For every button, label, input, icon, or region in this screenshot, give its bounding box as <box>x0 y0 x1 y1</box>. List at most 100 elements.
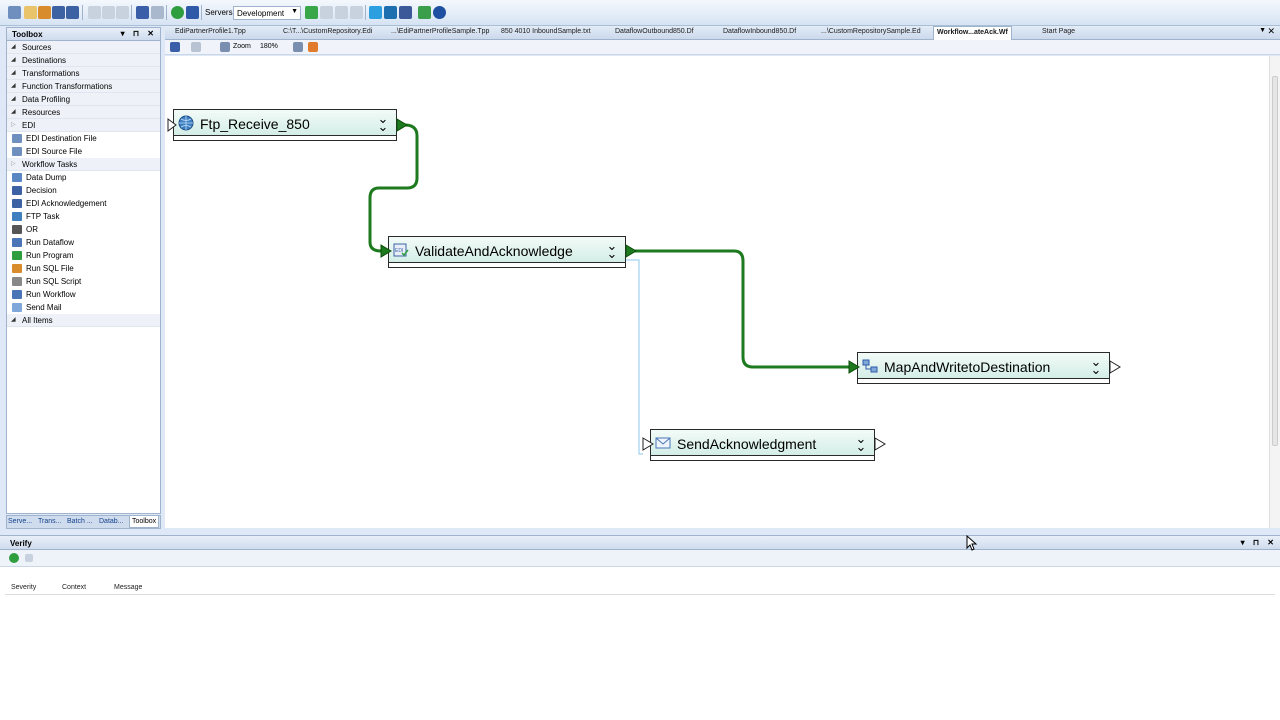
toolbox-item[interactable]: Decision <box>7 184 160 197</box>
cut-icon[interactable] <box>88 6 101 19</box>
twitter-icon[interactable] <box>369 6 382 19</box>
copy-icon[interactable] <box>102 6 115 19</box>
toolbox-item[interactable]: Data Dump <box>7 171 160 184</box>
toolbox-category[interactable]: ◢ Function Transformations <box>7 80 160 93</box>
toolbox-item[interactable]: Run Workflow <box>7 288 160 301</box>
tab-toolbox[interactable]: Toolbox <box>129 516 160 528</box>
new-project-icon[interactable] <box>8 6 21 19</box>
expand-arrow-icon[interactable]: ▷ <box>11 160 16 167</box>
connection-validate-to-map[interactable] <box>626 249 858 369</box>
doc-tab[interactable]: 850 4010 InboundSample.txt <box>501 28 591 35</box>
expand-chevron-icon[interactable]: ⌄ ⌄ <box>376 112 390 133</box>
stop-icon[interactable] <box>350 6 363 19</box>
toolbox-item[interactable]: Run SQL Script <box>7 275 160 288</box>
font-icon[interactable] <box>186 6 199 19</box>
collapse-arrow-icon[interactable]: ◢ <box>11 82 16 89</box>
expand-arrow-icon[interactable]: ▷ <box>11 121 16 128</box>
collapse-arrow-icon[interactable]: ◢ <box>11 95 16 102</box>
toolbox-item[interactable]: Run Dataflow <box>7 236 160 249</box>
toolbox-category[interactable]: ◢ Data Profiling <box>7 93 160 106</box>
collapse-arrow-icon[interactable]: ◢ <box>11 56 16 63</box>
tabs-dropdown-icon[interactable]: ▼ <box>1259 27 1266 34</box>
toolbox-category[interactable]: ▷ Workflow Tasks <box>7 158 160 171</box>
panel-controls[interactable]: ▾ ⊓ ✕ <box>121 29 157 38</box>
column-context[interactable]: Context <box>62 584 86 591</box>
tab-transformations[interactable]: Trans... <box>38 518 61 525</box>
doc-tab[interactable]: EdiPartnerProfile1.Tpp <box>175 28 246 35</box>
save-icon[interactable] <box>52 6 65 19</box>
canvas-vertical-scrollbar[interactable] <box>1269 56 1280 528</box>
workflow-node-map-and-write[interactable]: MapAndWritetoDestination ⌄ ⌄ <box>857 352 1110 384</box>
toolbox-category[interactable]: ◢ Resources <box>7 106 160 119</box>
column-message[interactable]: Message <box>114 584 142 591</box>
toolbox-item[interactable]: OR <box>7 223 160 236</box>
toolbox-category[interactable]: ▷ EDI <box>7 119 160 132</box>
doc-tab[interactable]: DataflowOutbound850.Df <box>615 28 694 35</box>
toolbox-category[interactable]: ◢ All Items <box>7 314 160 327</box>
zoom-icon[interactable] <box>220 42 230 52</box>
doc-tab[interactable]: ...\CustomRepositorySample.Ed <box>821 28 921 35</box>
undo-icon[interactable] <box>136 6 149 19</box>
run-icon[interactable] <box>305 6 318 19</box>
doc-tab[interactable]: C:\T...\CustomRepository.Edi <box>283 28 372 35</box>
open-file-icon[interactable] <box>38 6 51 19</box>
step-icon[interactable] <box>320 6 333 19</box>
mouse-cursor-icon <box>966 535 978 551</box>
close-icon[interactable]: ✕ <box>1267 26 1275 37</box>
paste-icon[interactable] <box>116 6 129 19</box>
toolbox-item[interactable]: Send Mail <box>7 301 160 314</box>
facebook-icon[interactable] <box>399 6 412 19</box>
toolbox-item[interactable]: EDI Acknowledgement <box>7 197 160 210</box>
panel-controls[interactable]: ▾ ⊓ ✕ <box>1241 538 1277 547</box>
scrollbar-thumb[interactable] <box>1272 76 1278 446</box>
redo-icon[interactable] <box>191 42 201 52</box>
toolbox-item[interactable]: FTP Task <box>7 210 160 223</box>
toolbox-category[interactable]: ◢ Sources <box>7 41 160 54</box>
connection-validate-to-send[interactable] <box>626 259 643 455</box>
stop-icon[interactable] <box>25 554 33 562</box>
workflow-canvas[interactable]: Ftp_Receive_850 ⌄ ⌄ EDI ValidateAndAcknow… <box>165 56 1269 528</box>
toolbox-list: ◢ Sources ◢ Destinations ◢ Transformations ◢ Fu… <box>7 41 160 327</box>
collapse-arrow-icon[interactable]: ◢ <box>11 69 16 76</box>
astera-icon[interactable] <box>418 6 431 19</box>
save-all-icon[interactable] <box>66 6 79 19</box>
open-folder-icon[interactable] <box>24 6 37 19</box>
doc-tab[interactable]: DataflowInbound850.Df <box>723 28 796 35</box>
layout-icon[interactable] <box>308 42 318 52</box>
undo-icon[interactable] <box>170 42 180 52</box>
column-severity[interactable]: Severity <box>11 584 36 591</box>
toolbox-item[interactable]: EDI Destination File <box>7 132 160 145</box>
workflow-node-validate-and-acknowledge[interactable]: EDI ValidateAndAcknowledge ⌄ ⌄ <box>388 236 626 268</box>
toolbox-category[interactable]: ◢ Transformations <box>7 67 160 80</box>
expand-chevron-icon[interactable]: ⌄ ⌄ <box>605 239 619 260</box>
connection-ftp-to-validate[interactable] <box>368 123 419 253</box>
doc-tab[interactable]: Start Page <box>1042 28 1075 35</box>
linkedin-icon[interactable] <box>384 6 397 19</box>
toolbox-item-label: EDI Source File <box>26 147 83 156</box>
verify-check-icon[interactable] <box>171 6 184 19</box>
workflow-node-ftp-receive[interactable]: Ftp_Receive_850 ⌄ ⌄ <box>173 109 397 141</box>
tab-database[interactable]: Datab... <box>99 518 124 525</box>
collapse-arrow-icon[interactable]: ◢ <box>11 43 16 50</box>
workflow-node-send-acknowledgment[interactable]: SendAcknowledgment ⌄ ⌄ <box>650 429 875 461</box>
print-icon[interactable] <box>293 42 303 52</box>
expand-chevron-icon[interactable]: ⌄ ⌄ <box>1089 355 1103 376</box>
toolbox-category[interactable]: ◢ Destinations <box>7 54 160 67</box>
toolbox-item[interactable]: Run Program <box>7 249 160 262</box>
zoom-value[interactable]: 180% <box>260 43 278 50</box>
tab-server-explorer[interactable]: Serve... <box>8 518 32 525</box>
help-icon[interactable] <box>433 6 446 19</box>
collapse-arrow-icon[interactable]: ◢ <box>11 108 16 115</box>
doc-tab-active[interactable]: Workflow...ateAck.Wf <box>933 26 1012 40</box>
preview-icon[interactable] <box>335 6 348 19</box>
verify-table-header: Severity Context Message <box>5 581 1275 595</box>
servers-dropdown[interactable]: Development ▼ <box>233 6 301 20</box>
tab-batch[interactable]: Batch ... <box>67 518 93 525</box>
redo-icon[interactable] <box>151 6 164 19</box>
collapse-arrow-icon[interactable]: ◢ <box>11 316 16 323</box>
expand-chevron-icon[interactable]: ⌄ ⌄ <box>854 432 868 453</box>
verify-check-icon[interactable] <box>9 553 19 563</box>
doc-tab[interactable]: ...\EdiPartnerProfileSample.Tpp <box>391 28 489 35</box>
toolbox-item[interactable]: Run SQL File <box>7 262 160 275</box>
toolbox-item[interactable]: EDI Source File <box>7 145 160 158</box>
